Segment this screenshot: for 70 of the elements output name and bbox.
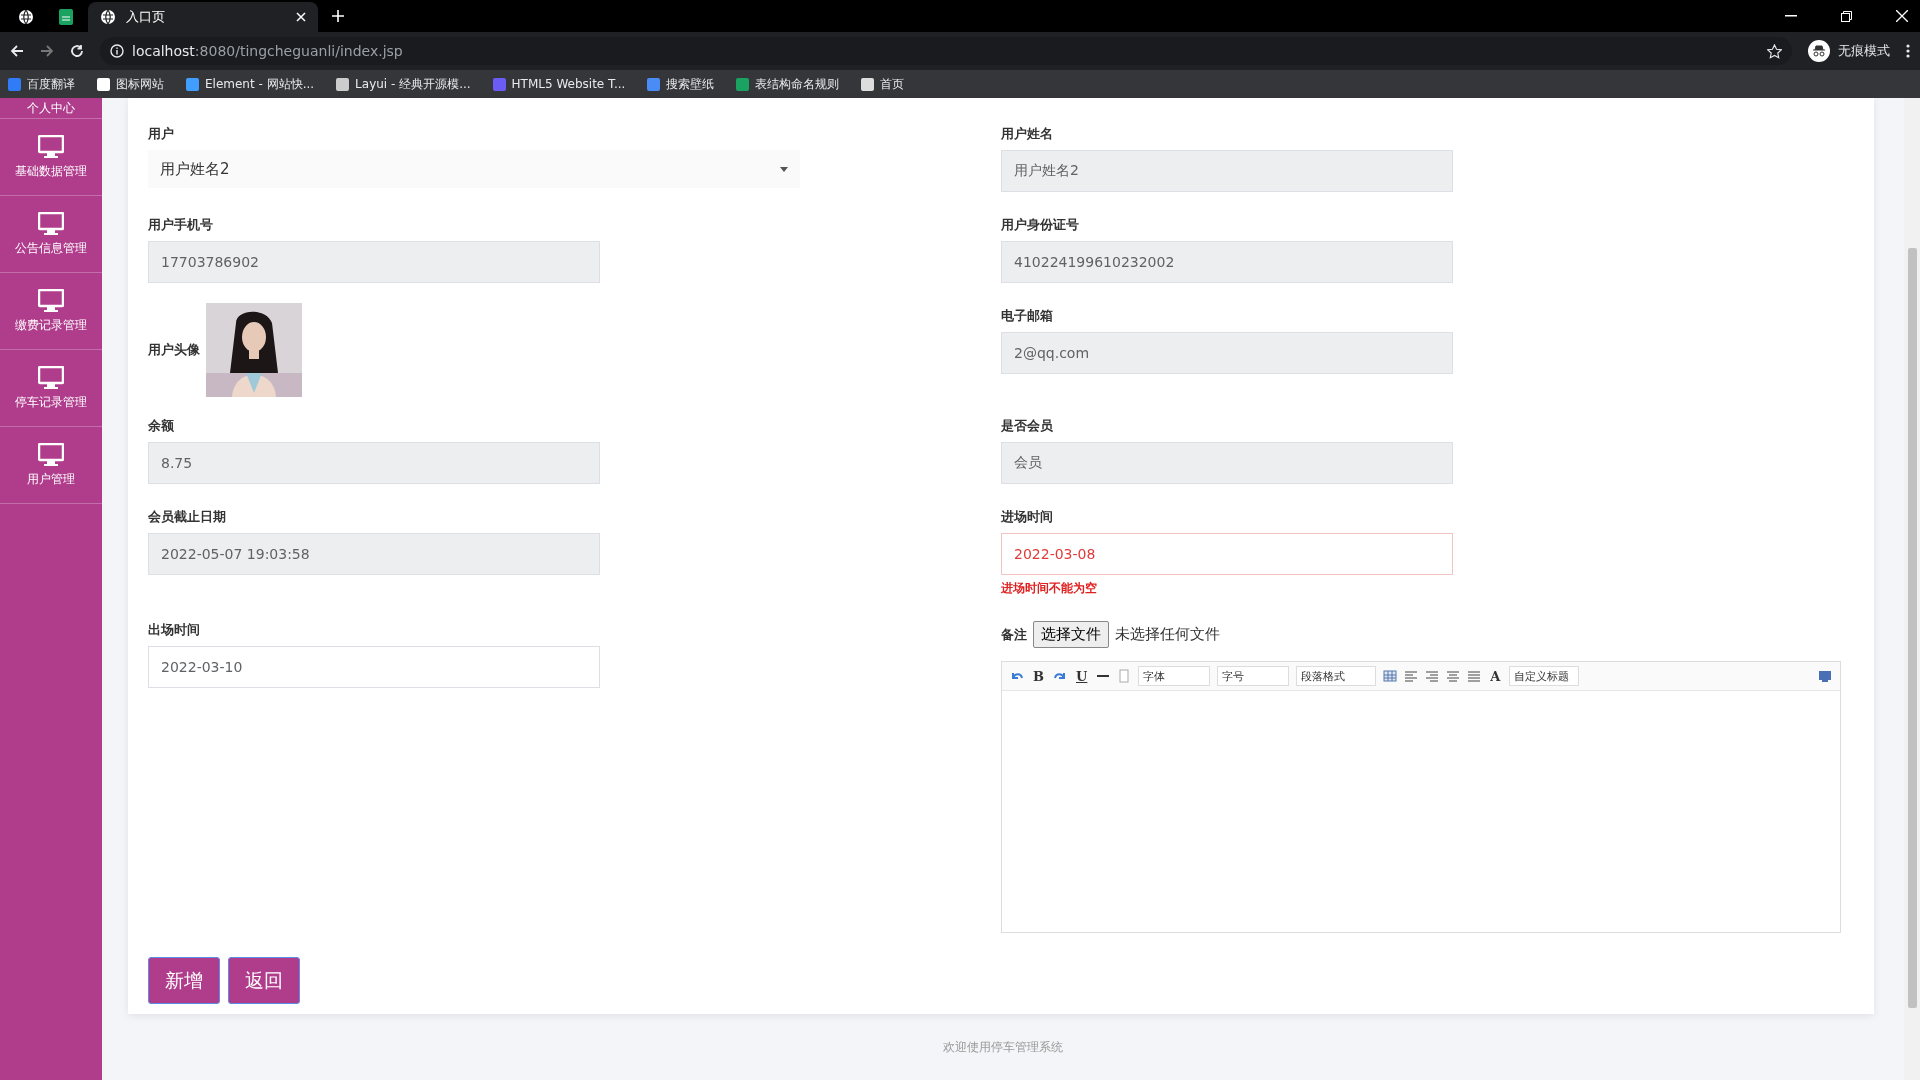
- underline-button[interactable]: U: [1074, 668, 1090, 684]
- spreadsheet-icon[interactable]: [59, 9, 73, 25]
- field-label: 电子邮箱: [1001, 307, 1054, 325]
- field-label: 用户: [148, 125, 175, 143]
- align-left-icon[interactable]: [1404, 669, 1419, 683]
- address-bar[interactable]: localhost:8080/tingcheguanli/index.jsp: [100, 37, 1792, 65]
- font-color-button[interactable]: A: [1488, 668, 1503, 684]
- fullscreen-icon[interactable]: [1818, 669, 1832, 683]
- heading-select[interactable]: 自定义标题: [1509, 666, 1580, 686]
- reload-icon[interactable]: [70, 44, 84, 58]
- bookmark-link[interactable]: HTML5 Website T...: [492, 77, 626, 91]
- form-button[interactable]: 新增: [148, 957, 220, 1004]
- minimize-icon[interactable]: [1785, 15, 1797, 17]
- incognito-icon[interactable]: [1808, 40, 1830, 62]
- file-status: 未选择任何文件: [1115, 625, 1220, 644]
- justify-icon[interactable]: [1467, 669, 1482, 683]
- choose-file-button[interactable]: 选择文件: [1033, 621, 1109, 648]
- bookmark-link[interactable]: 图标网站: [97, 75, 164, 93]
- browser-tab[interactable]: 入口页: [88, 2, 318, 32]
- field-label: 用户姓名: [1001, 125, 1054, 143]
- url-text: localhost:8080/tingcheguanli/index.jsp: [132, 43, 403, 59]
- form-button[interactable]: 返回: [228, 957, 300, 1004]
- caret-icon: [780, 166, 788, 172]
- footer-text: 欢迎使用停车管理系统: [943, 1038, 1063, 1056]
- bookmark-link[interactable]: 首页: [861, 75, 905, 93]
- monitor-icon: [38, 442, 64, 467]
- bookmark-link[interactable]: 百度翻译: [8, 75, 75, 93]
- globe-icon[interactable]: [18, 9, 34, 25]
- new-tab-icon[interactable]: [332, 10, 344, 22]
- tab-title: 入口页: [126, 8, 166, 26]
- back-icon[interactable]: [10, 44, 24, 58]
- bookmark-link[interactable]: 表结构命名规则: [736, 75, 840, 93]
- menu-icon[interactable]: [1906, 44, 1910, 58]
- field-label: 备注: [1001, 625, 1027, 644]
- field-label: 用户手机号: [148, 216, 214, 234]
- scrollbar[interactable]: [1904, 98, 1920, 1080]
- field-label: 会员截止日期: [148, 508, 227, 526]
- bookmark-link[interactable]: Layui - 经典开源模...: [336, 75, 471, 93]
- star-icon[interactable]: [1767, 43, 1782, 59]
- field-label: 余额: [148, 417, 175, 435]
- info-icon[interactable]: [110, 44, 124, 58]
- field-label: 进场时间: [1001, 508, 1054, 526]
- field-label: 用户头像: [148, 341, 200, 359]
- globe-icon: [100, 9, 116, 25]
- field-label: 用户身份证号: [1001, 216, 1080, 234]
- monitor-icon: [38, 288, 64, 313]
- close-icon[interactable]: [1896, 10, 1908, 22]
- bookmark-link[interactable]: Element - 网站快...: [186, 75, 315, 93]
- monitor-icon: [38, 211, 64, 236]
- field-label: 是否会员: [1001, 417, 1054, 435]
- table-icon[interactable]: [1383, 669, 1398, 683]
- align-right-icon[interactable]: [1425, 669, 1440, 683]
- input-field[interactable]: 2022-03-08: [1001, 533, 1453, 575]
- monitor-icon: [38, 134, 64, 159]
- rich-text-editor[interactable]: B U 字体 字号 段落格式 A 自定义标题: [1001, 661, 1841, 933]
- forward-icon[interactable]: [40, 44, 54, 58]
- bold-button[interactable]: B: [1031, 668, 1046, 684]
- input-field[interactable]: 2022-03-10: [148, 646, 600, 688]
- field-label: 出场时间: [148, 621, 201, 639]
- align-center-icon[interactable]: [1446, 669, 1461, 683]
- format-select[interactable]: 段落格式: [1296, 666, 1377, 686]
- size-select[interactable]: 字号: [1217, 666, 1290, 686]
- monitor-icon: [38, 365, 64, 390]
- close-icon[interactable]: [296, 12, 306, 22]
- error-message: 进场时间不能为空: [1001, 580, 1098, 597]
- bookmark-link[interactable]: 搜索壁纸: [647, 75, 715, 93]
- restore-icon[interactable]: [1841, 10, 1852, 22]
- font-select[interactable]: 字体: [1138, 666, 1211, 686]
- profile-label: 无痕模式: [1838, 42, 1890, 60]
- user-select[interactable]: 用户姓名2: [148, 150, 800, 188]
